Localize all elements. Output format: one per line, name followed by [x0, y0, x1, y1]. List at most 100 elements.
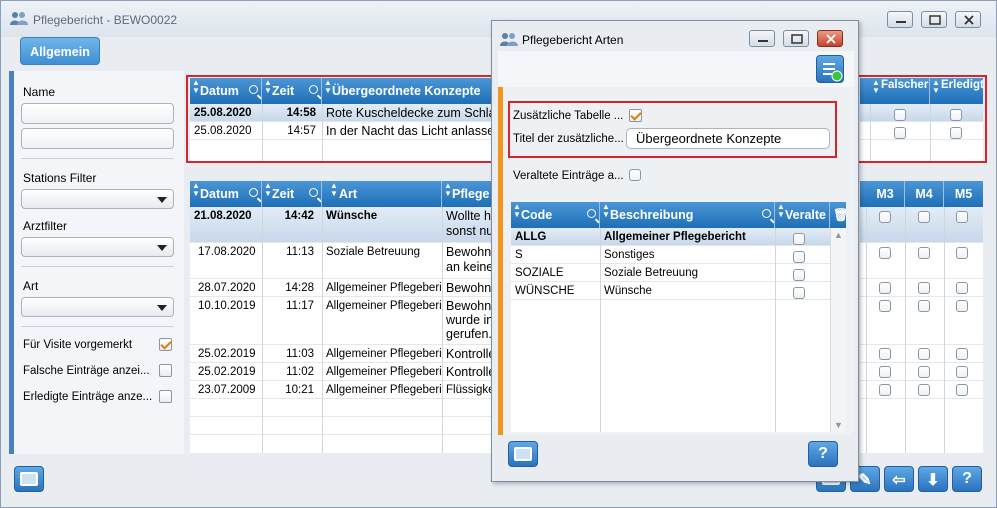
tab-allgemein[interactable]: Allgemein — [20, 37, 100, 65]
veraltete-checkbox[interactable] — [629, 169, 641, 181]
m3-checkbox[interactable] — [879, 300, 891, 312]
table-row[interactable]: 10.10.2019 11:17 Allgemeiner Pflegeberic… — [190, 297, 493, 345]
down-button[interactable]: ⬇ — [918, 466, 948, 492]
art-select[interactable] — [21, 297, 174, 317]
m3-checkbox[interactable] — [879, 282, 891, 294]
m4-checkbox[interactable] — [918, 384, 930, 396]
dialog-maximize-button[interactable] — [783, 30, 809, 47]
m5-checkbox[interactable] — [956, 366, 968, 378]
erledigte-eintraege-checkbox[interactable] — [159, 390, 172, 403]
cell-art: Allgemeiner Pflegebericht — [326, 348, 442, 360]
cell-datum: 23.07.2009 — [198, 384, 256, 396]
m3-checkbox[interactable] — [879, 348, 891, 360]
m3-checkbox[interactable] — [879, 366, 891, 378]
divider — [21, 158, 174, 159]
arrow-back-icon: ⇦ — [892, 472, 906, 489]
minimize-button[interactable] — [887, 11, 913, 28]
sort-icon: ▲ ▼ — [192, 181, 200, 198]
col-pflege[interactable]: ▲ ▼ Pflege — [442, 181, 493, 207]
m5-checkbox[interactable] — [956, 247, 968, 259]
m3-checkbox[interactable] — [879, 247, 891, 259]
m4-checkbox[interactable] — [918, 300, 930, 312]
table-row[interactable]: ALLG Allgemeiner Pflegebericht — [511, 228, 830, 246]
reports-grid-right-header: M3 M4 M5 — [860, 181, 983, 207]
list-icon — [823, 63, 843, 82]
window-switch-button[interactable] — [14, 466, 44, 492]
falsche-eintraege-label: Falsche Einträge anzei... — [23, 365, 150, 377]
cell-pflege: Flüssigkeit — [446, 384, 493, 396]
table-row[interactable]: 21.08.2020 14:42 Wünsche Wollte h sonst n… — [190, 207, 493, 243]
cell-beschreibung: Soziale Betreuung — [604, 267, 698, 279]
m4-checkbox[interactable] — [918, 348, 930, 360]
dialog-close-button[interactable] — [817, 30, 843, 47]
falsche-eintraege-checkbox[interactable] — [159, 364, 172, 377]
veraltet-checkbox[interactable] — [793, 287, 805, 299]
reports-grid: ▲ ▼ Datum ▲ ▼ Zeit ▲ ▼ Art ▲ ▼ Pflege 21.08.2020… — [190, 181, 493, 453]
veraltet-checkbox[interactable] — [793, 269, 805, 281]
col-m5[interactable]: M5 — [944, 181, 983, 207]
dialog-minimize-button[interactable] — [749, 30, 775, 47]
name-label: Name — [23, 85, 56, 99]
m4-checkbox[interactable] — [918, 366, 930, 378]
column-divider — [600, 228, 601, 432]
cell-pflege: Kontrolle — [446, 347, 493, 361]
table-row[interactable]: 17.08.2020 11:13 Soziale Betreuung Bewoh… — [190, 243, 493, 279]
help-button[interactable]: ? — [952, 466, 982, 492]
name-input-2[interactable] — [21, 128, 174, 149]
table-row[interactable]: 25.02.2019 11:03 Allgemeiner Pflegeberic… — [190, 345, 493, 363]
cell-datum: 25.02.2019 — [198, 348, 256, 360]
chevron-down-icon — [157, 305, 167, 311]
stations-filter-select[interactable] — [21, 189, 174, 209]
pflegebericht-arten-dialog: Pflegebericht Arten Zusätzliche Tabelle … — [491, 20, 859, 482]
arztfilter-select[interactable] — [21, 237, 174, 257]
sort-icon: ▲ ▼ — [513, 202, 521, 219]
m3-checkbox[interactable] — [879, 384, 891, 396]
name-input-1[interactable] — [21, 103, 174, 124]
col-delete[interactable]: 🗑 — [830, 202, 846, 228]
cell-art: Allgemeiner Pflegebericht — [326, 366, 442, 378]
table-row[interactable]: 25.02.2019 11:02 Allgemeiner Pflegeberic… — [190, 363, 493, 381]
m5-checkbox[interactable] — [956, 300, 968, 312]
screen-icon — [20, 472, 38, 486]
col-m3[interactable]: M3 — [866, 181, 905, 207]
m5-checkbox[interactable] — [956, 282, 968, 294]
divider — [21, 266, 174, 267]
m5-checkbox[interactable] — [956, 348, 968, 360]
col-veraltet[interactable]: ▲ ▼ Veralte — [775, 202, 830, 228]
dialog-accent-bar — [498, 87, 503, 435]
stations-filter-label: Stations Filter — [23, 171, 97, 185]
col-beschreibung[interactable]: ▲ ▼ Beschreibung — [600, 202, 775, 228]
dialog-window-button[interactable] — [508, 441, 538, 467]
m4-checkbox[interactable] — [918, 247, 930, 259]
list-add-button[interactable] — [816, 55, 844, 83]
vertical-scrollbar[interactable]: ▲ ▼ — [830, 228, 846, 432]
m3-checkbox[interactable] — [879, 211, 891, 223]
help-icon: ? — [962, 470, 972, 487]
visite-checkbox[interactable] — [159, 338, 172, 351]
table-row[interactable]: 28.07.2020 14:28 Allgemeiner Pflegeberic… — [190, 279, 493, 297]
maximize-icon — [929, 15, 941, 25]
m4-checkbox[interactable] — [918, 211, 930, 223]
table-row-empty — [190, 399, 493, 417]
cell-datum: 28.07.2020 — [198, 282, 256, 294]
close-button[interactable] — [955, 11, 981, 28]
veraltet-checkbox[interactable] — [793, 233, 805, 245]
arten-grid-header: ▲ ▼ Code ▲ ▼ Beschreibung ▲ ▼ Veralte 🗑 — [511, 202, 846, 228]
m5-checkbox[interactable] — [956, 211, 968, 223]
col-zeit[interactable]: ▲ ▼ Zeit — [262, 181, 322, 207]
m5-checkbox[interactable] — [956, 384, 968, 396]
m4-checkbox[interactable] — [918, 282, 930, 294]
chevron-down-icon — [157, 245, 167, 251]
col-m4[interactable]: M4 — [905, 181, 944, 207]
table-row[interactable]: SOZIALE Soziale Betreuung — [511, 264, 830, 282]
table-row[interactable]: 23.07.2009 10:21 Allgemeiner Pflegeberic… — [190, 381, 493, 399]
col-art[interactable]: ▲ ▼ Art — [322, 181, 442, 207]
dialog-help-button[interactable]: ? — [808, 441, 838, 467]
col-datum[interactable]: ▲ ▼ Datum — [190, 181, 262, 207]
back-button[interactable]: ⇦ — [884, 466, 914, 492]
veraltet-checkbox[interactable] — [793, 251, 805, 263]
maximize-button[interactable] — [921, 11, 947, 28]
table-row[interactable]: WÜNSCHE Wünsche — [511, 282, 830, 300]
table-row[interactable]: S Sonstiges — [511, 246, 830, 264]
col-code[interactable]: ▲ ▼ Code — [511, 202, 600, 228]
